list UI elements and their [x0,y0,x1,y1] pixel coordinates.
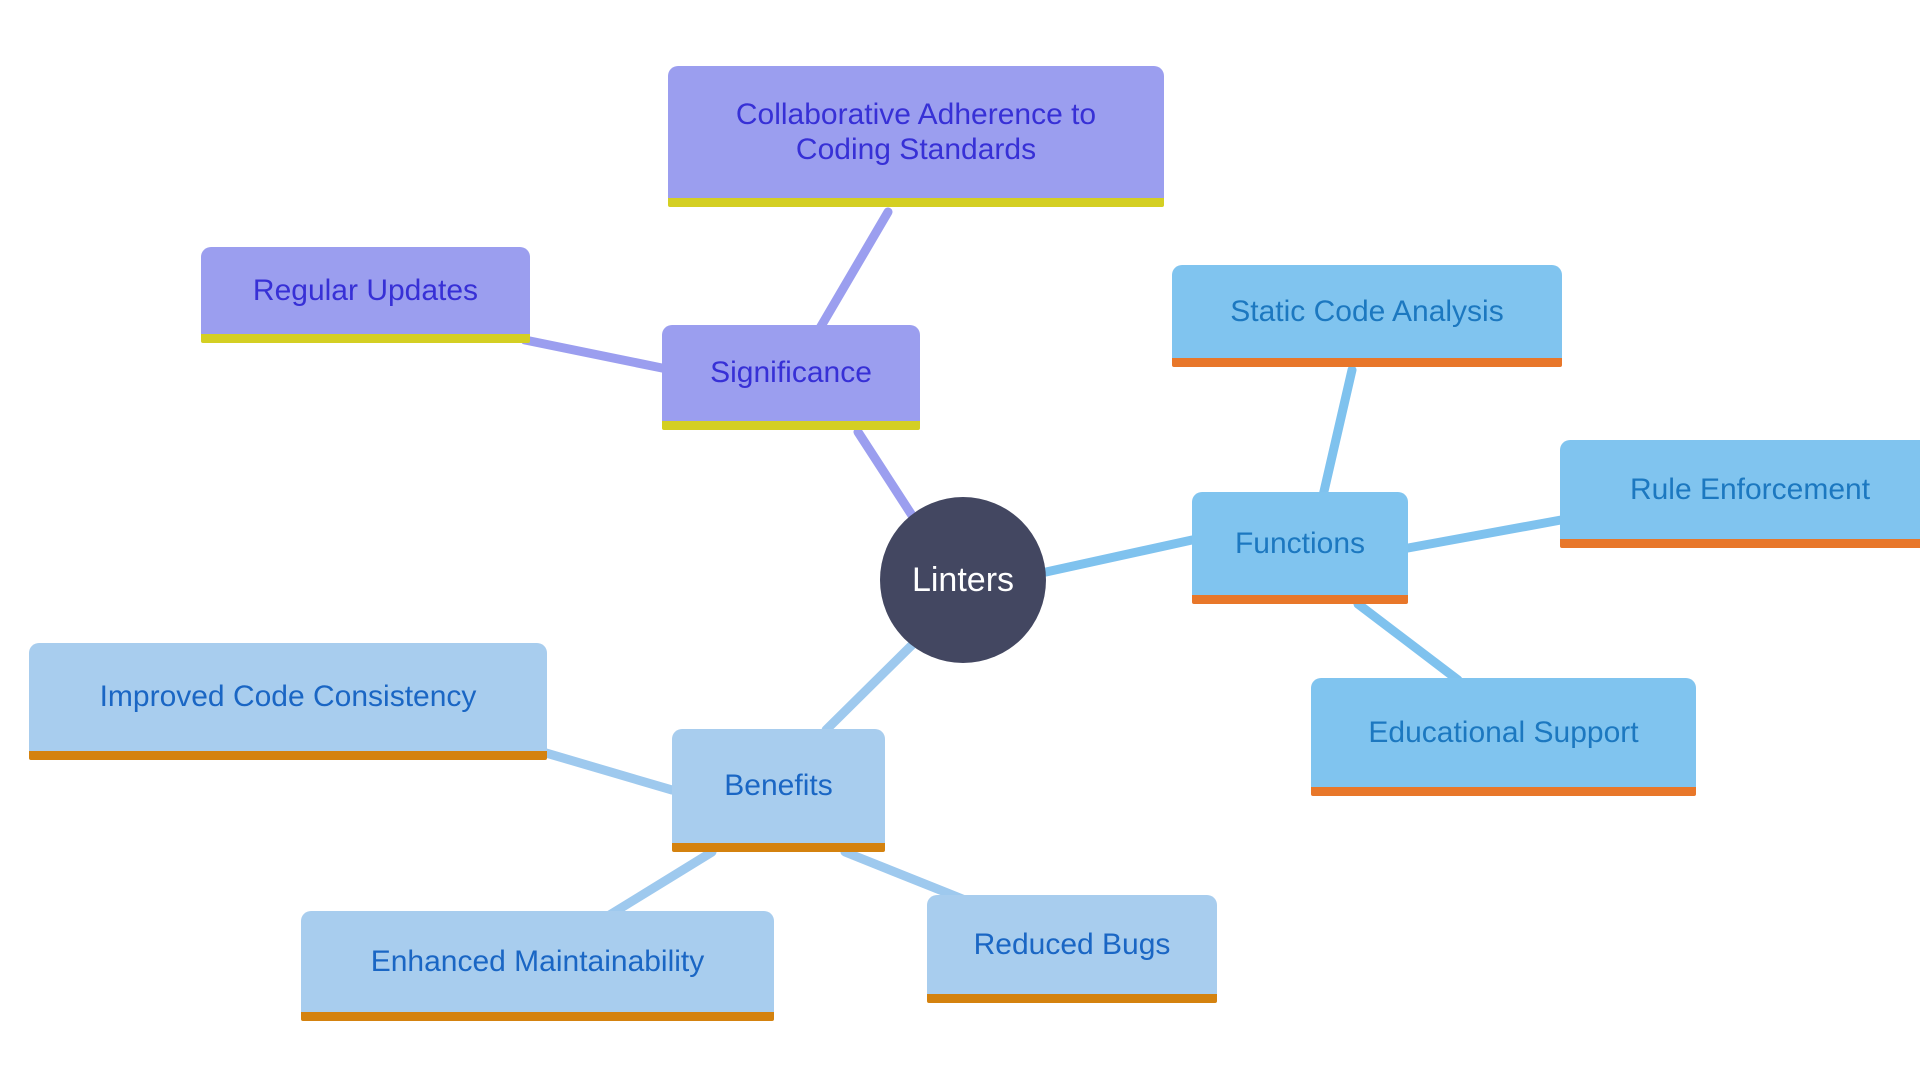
node-regular-updates[interactable]: Regular Updates [201,247,530,343]
node-enhanced-maintainability-label: Enhanced Maintainability [370,944,705,978]
edge-benefits-enhanced-maintainability [603,847,717,921]
node-linters-root[interactable]: Linters [880,497,1046,663]
node-rule-enforcement[interactable]: Rule Enforcement [1560,440,1920,548]
edge-linters-benefits [821,636,921,735]
edge-significance-regular-updates [520,335,667,373]
mindmap-canvas: Collaborative Adherence to Coding Standa… [0,0,1920,1080]
node-significance[interactable]: Significance [662,325,920,430]
node-functions-label: Functions [1234,526,1366,560]
node-static-code-analysis[interactable]: Static Code Analysis [1172,265,1562,367]
edge-benefits-improved-code-consistency [541,748,677,795]
node-regular-updates-label: Regular Updates [252,273,479,307]
node-benefits[interactable]: Benefits [672,729,885,852]
edge-functions-educational-support [1353,599,1463,685]
node-linters-root-label: Linters [911,560,1015,599]
node-improved-code-consistency[interactable]: Improved Code Consistency [29,643,547,760]
node-functions[interactable]: Functions [1192,492,1408,604]
node-rule-enforcement-label: Rule Enforcement [1629,472,1871,506]
node-improved-code-consistency-label: Improved Code Consistency [99,680,477,714]
node-benefits-label: Benefits [724,769,833,803]
edge-significance-collaborative-adherence [815,207,893,333]
node-significance-label: Significance [710,356,872,390]
edge-linters-functions [1041,535,1197,577]
node-reduced-bugs-label: Reduced Bugs [973,927,1171,961]
node-static-code-analysis-label: Static Code Analysis [1230,294,1504,328]
node-reduced-bugs[interactable]: Reduced Bugs [927,895,1217,1003]
node-educational-support[interactable]: Educational Support [1311,678,1696,796]
edge-linters-significance [853,427,920,525]
edge-functions-rule-enforcement [1403,515,1566,553]
edge-benefits-reduced-bugs [840,847,970,905]
edge-functions-static-code-analysis [1317,365,1357,505]
node-collaborative-adherence-label: Collaborative Adherence to Coding Standa… [735,97,1097,166]
node-educational-support-label: Educational Support [1368,715,1639,749]
node-collaborative-adherence[interactable]: Collaborative Adherence to Coding Standa… [668,66,1164,207]
node-enhanced-maintainability[interactable]: Enhanced Maintainability [301,911,774,1021]
